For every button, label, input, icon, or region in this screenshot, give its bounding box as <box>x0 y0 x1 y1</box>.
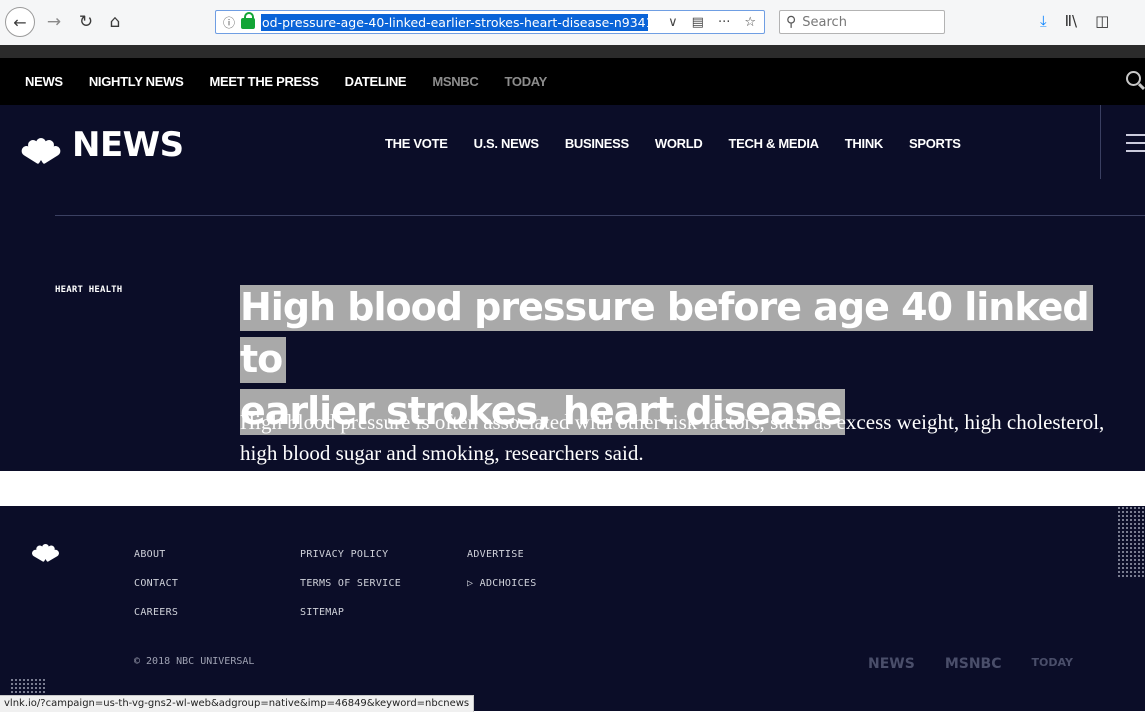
library-icon[interactable]: Ⅱ\ <box>1065 12 1077 30</box>
browser-toolbar: ← → ↻ ⌂ ⓘ od-pressure-age-40-linked-earl… <box>0 0 1145 46</box>
footer-links-col-1: ABOUT CONTACT CAREERS <box>134 549 178 636</box>
section-nav-tech-media[interactable]: TECH & MEDIA <box>728 136 819 151</box>
headline-line-1: High blood pressure before age 40 linked… <box>240 285 1093 383</box>
bookmark-star-icon[interactable]: ☆ <box>744 15 756 30</box>
footer-link-careers[interactable]: CAREERS <box>134 607 178 636</box>
footer-logo-today[interactable]: TODAY <box>1032 656 1073 672</box>
home-icon: ⌂ <box>109 12 121 32</box>
site-search-icon[interactable] <box>1126 71 1141 86</box>
footer-link-adchoices[interactable]: ▷ ADCHOICES <box>467 578 537 607</box>
decorative-dot-pattern <box>10 678 46 694</box>
reader-view-icon[interactable]: ▤ <box>692 15 704 30</box>
status-bar-link-preview: vlnk.io/?campaign=us-th-vg-gns2-wl-web&a… <box>0 695 475 712</box>
footer-link-terms-of-service[interactable]: TERMS OF SERVICE <box>300 578 401 607</box>
header-divider <box>1100 105 1101 179</box>
article-dek: High blood pressure is often associated … <box>240 410 1105 465</box>
footer-links-col-2: PRIVACY POLICY TERMS OF SERVICE SITEMAP <box>300 549 401 636</box>
page-actions-icon[interactable]: ··· <box>718 15 730 30</box>
search-icon: ⚲ <box>786 14 797 30</box>
footer-link-advertise[interactable]: ADVERTISE <box>467 549 537 578</box>
footer-peacock-icon[interactable] <box>30 539 62 563</box>
url-text[interactable]: od-pressure-age-40-linked-earlier-stroke… <box>261 13 648 31</box>
section-nav-us-news[interactable]: U.S. NEWS <box>474 136 540 151</box>
page-top-strip <box>0 45 1145 58</box>
section-nav-world[interactable]: WORLD <box>655 136 703 151</box>
search-input[interactable]: ⚲ Search <box>779 10 945 34</box>
footer-links-col-3: ADVERTISE ▷ ADCHOICES <box>467 549 537 607</box>
lock-icon <box>241 12 255 29</box>
nbc-news-logo[interactable]: NEWS <box>16 125 184 165</box>
menu-icon[interactable] <box>1126 134 1145 158</box>
back-button[interactable]: ← <box>5 7 35 37</box>
url-dropdown-icon[interactable]: ∨ <box>668 15 678 30</box>
sidebar-icon[interactable]: ◫ <box>1095 12 1109 30</box>
back-arrow-icon: ← <box>13 12 27 32</box>
network-nav: NEWS NIGHTLY NEWS MEET THE PRESS DATELIN… <box>0 58 1145 105</box>
home-button[interactable]: ⌂ <box>104 10 126 34</box>
decorative-dot-pattern <box>1117 506 1145 578</box>
footer-link-about[interactable]: ABOUT <box>134 549 178 578</box>
site-footer: ABOUT CONTACT CAREERS PRIVACY POLICY TER… <box>0 506 1145 711</box>
reload-button[interactable]: ↻ <box>76 10 96 34</box>
footer-link-contact[interactable]: CONTACT <box>134 578 178 607</box>
forward-arrow-icon: → <box>46 12 62 32</box>
section-nav-business[interactable]: BUSINESS <box>565 136 629 151</box>
brand-wordmark: NEWS <box>72 125 184 165</box>
network-nav-nightly-news[interactable]: NIGHTLY NEWS <box>89 74 184 89</box>
header-rule <box>55 215 1145 216</box>
network-nav-meet-the-press[interactable]: MEET THE PRESS <box>209 74 319 89</box>
footer-logo-msnbc[interactable]: MSNBC <box>945 656 1002 672</box>
footer-copyright: © 2018 NBC UNIVERSAL <box>134 656 255 667</box>
footer-network-logos: NEWS MSNBC TODAY <box>868 656 1073 672</box>
network-nav-dateline[interactable]: DATELINE <box>345 74 407 89</box>
reload-icon: ↻ <box>78 12 94 32</box>
peacock-icon <box>16 130 66 165</box>
network-nav-today[interactable]: TODAY <box>504 74 547 89</box>
download-icon[interactable]: ⤓ <box>1040 12 1047 30</box>
network-nav-msnbc[interactable]: MSNBC <box>432 74 478 89</box>
search-placeholder: Search <box>802 14 847 30</box>
footer-link-privacy-policy[interactable]: PRIVACY POLICY <box>300 549 401 578</box>
network-nav-news[interactable]: NEWS <box>25 74 63 89</box>
site-info-icon[interactable]: ⓘ <box>220 14 238 31</box>
section-nav-the-vote[interactable]: THE VOTE <box>385 136 448 151</box>
section-nav-sports[interactable]: SPORTS <box>909 136 961 151</box>
section-nav: THE VOTE U.S. NEWS BUSINESS WORLD TECH &… <box>385 136 987 151</box>
forward-button[interactable]: → <box>44 10 64 34</box>
section-nav-think[interactable]: THINK <box>845 136 884 151</box>
footer-logo-news[interactable]: NEWS <box>868 656 915 672</box>
article-kicker[interactable]: HEART HEALTH <box>55 285 122 295</box>
url-bar[interactable]: ⓘ od-pressure-age-40-linked-earlier-stro… <box>215 10 765 34</box>
article-hero: NEWS THE VOTE U.S. NEWS BUSINESS WORLD T… <box>0 105 1145 471</box>
footer-link-sitemap[interactable]: SITEMAP <box>300 607 401 636</box>
